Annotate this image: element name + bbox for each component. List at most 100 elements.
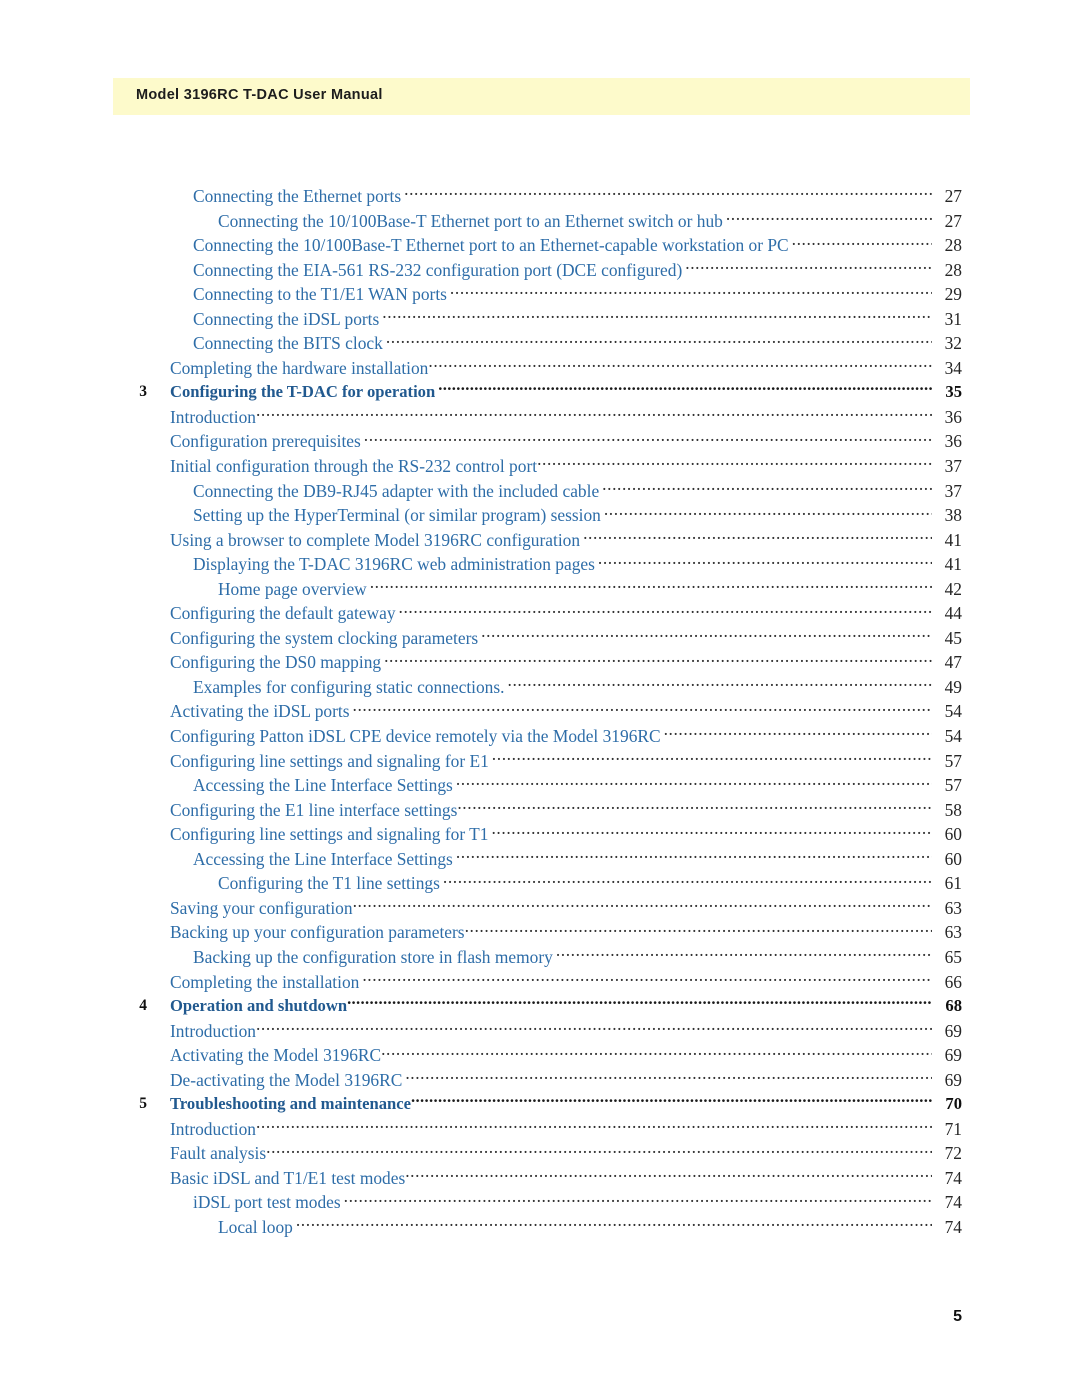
toc-entry-page-number[interactable]: 32 [932, 331, 962, 356]
toc-entry-page-number[interactable]: 70 [932, 1092, 962, 1117]
toc-entry-label[interactable]: Configuring the T1 line settings [218, 871, 443, 896]
toc-entry-label[interactable]: Troubleshooting and maintenance [170, 1092, 411, 1117]
toc-entry-row[interactable]: Using a browser to complete Model 3196RC… [0, 528, 1080, 553]
toc-entry-page-number[interactable]: 42 [932, 577, 962, 602]
toc-entry-page-number[interactable]: 28 [932, 258, 962, 283]
toc-entry-page-number[interactable]: 41 [932, 528, 962, 553]
toc-entry-page-number[interactable]: 36 [932, 405, 962, 430]
toc-entry-row[interactable]: Backing up your configuration parameters… [0, 920, 1080, 945]
toc-entry-page-number[interactable]: 54 [932, 724, 962, 749]
toc-entry-label[interactable]: Connecting the EIA-561 RS-232 configurat… [193, 258, 685, 283]
toc-entry-row[interactable]: Activating the iDSL ports 54 [0, 699, 1080, 724]
toc-entry-row[interactable]: Connecting the BITS clock 32 [0, 331, 1080, 356]
toc-entry-label[interactable]: Configuring the T-DAC for operation [170, 380, 438, 405]
toc-entry-row[interactable]: De-activating the Model 3196RC 69 [0, 1068, 1080, 1093]
toc-entry-row[interactable]: Introduction 69 [0, 1019, 1080, 1044]
toc-entry-page-number[interactable]: 27 [932, 184, 962, 209]
toc-entry-row[interactable]: Initial configuration through the RS-232… [0, 454, 1080, 479]
toc-entry-label[interactable]: Introduction [170, 1019, 256, 1044]
toc-entry-page-number[interactable]: 66 [932, 970, 962, 995]
toc-entry-label[interactable]: Completing the hardware installation [170, 356, 428, 381]
toc-entry-label[interactable]: Connecting the 10/100Base-T Ethernet por… [218, 209, 726, 234]
toc-entry-page-number[interactable]: 27 [932, 209, 962, 234]
toc-entry-label[interactable]: Using a browser to complete Model 3196RC… [170, 528, 583, 553]
toc-entry-row[interactable]: Configuring the default gateway 44 [0, 601, 1080, 626]
toc-entry-page-number[interactable]: 65 [932, 945, 962, 970]
toc-entry-label[interactable]: Configuring the system clocking paramete… [170, 626, 481, 651]
toc-entry-row[interactable]: Home page overview 42 [0, 577, 1080, 602]
toc-entry-row[interactable]: Connecting the iDSL ports 31 [0, 307, 1080, 332]
toc-entry-page-number[interactable]: 74 [932, 1190, 962, 1215]
toc-entry-label[interactable]: Configuring the E1 line interface settin… [170, 798, 457, 823]
toc-entry-row[interactable]: Connecting the DB9-RJ45 adapter with the… [0, 479, 1080, 504]
toc-entry-label[interactable]: Connecting the Ethernet ports [193, 184, 404, 209]
toc-entry-row[interactable]: Introduction 36 [0, 405, 1080, 430]
toc-entry-page-number[interactable]: 47 [932, 650, 962, 675]
toc-entry-page-number[interactable]: 41 [932, 552, 962, 577]
toc-entry-label[interactable]: Examples for configuring static connecti… [193, 675, 508, 700]
toc-entry-row[interactable]: Configuring the E1 line interface settin… [0, 798, 1080, 823]
toc-entry-page-number[interactable]: 61 [932, 871, 962, 896]
toc-entry-label[interactable]: Configuring line settings and signaling … [170, 749, 492, 774]
toc-entry-row[interactable]: Configuring Patton iDSL CPE device remot… [0, 724, 1080, 749]
toc-entry-label[interactable]: Connecting the BITS clock [193, 331, 386, 356]
toc-entry-label[interactable]: Accessing the Line Interface Settings [193, 773, 456, 798]
toc-entry-row[interactable]: Backing up the configuration store in fl… [0, 945, 1080, 970]
toc-entry-row[interactable]: Fault analysis 72 [0, 1141, 1080, 1166]
toc-entry-label[interactable]: Connecting the 10/100Base-T Ethernet por… [193, 233, 792, 258]
toc-entry-row[interactable]: Completing the installation 66 [0, 970, 1080, 995]
toc-entry-row[interactable]: Examples for configuring static connecti… [0, 675, 1080, 700]
toc-entry-row[interactable]: Configuring line settings and signaling … [0, 749, 1080, 774]
toc-entry-page-number[interactable]: 58 [932, 798, 962, 823]
toc-entry-row[interactable]: Activating the Model 3196RC 69 [0, 1043, 1080, 1068]
toc-entry-label[interactable]: Accessing the Line Interface Settings [193, 847, 456, 872]
toc-entry-label[interactable]: Introduction [170, 405, 256, 430]
toc-entry-page-number[interactable]: 37 [932, 454, 962, 479]
toc-entry-label[interactable]: Connecting the iDSL ports [193, 307, 382, 332]
toc-entry-label[interactable]: Operation and shutdown [170, 994, 347, 1019]
toc-entry-row[interactable]: Connecting the 10/100Base-T Ethernet por… [0, 209, 1080, 234]
toc-entry-label[interactable]: Configuration prerequisites [170, 429, 364, 454]
toc-entry-page-number[interactable]: 72 [932, 1141, 962, 1166]
toc-entry-page-number[interactable]: 63 [932, 920, 962, 945]
toc-entry-label[interactable]: Configuring line settings and signaling … [170, 822, 491, 847]
toc-chapter-row[interactable]: 4 Operation and shutdown 68 [0, 994, 1080, 1019]
toc-entry-page-number[interactable]: 34 [932, 356, 962, 381]
toc-entry-page-number[interactable]: 74 [932, 1215, 962, 1240]
toc-entry-page-number[interactable]: 35 [932, 380, 962, 405]
toc-entry-label[interactable]: Activating the iDSL ports [170, 699, 353, 724]
toc-entry-page-number[interactable]: 60 [932, 847, 962, 872]
toc-entry-row[interactable]: Accessing the Line Interface Settings 57 [0, 773, 1080, 798]
toc-entry-label[interactable]: Setting up the HyperTerminal (or similar… [193, 503, 604, 528]
toc-entry-page-number[interactable]: 60 [932, 822, 962, 847]
toc-entry-row[interactable]: Local loop 74 [0, 1215, 1080, 1240]
toc-entry-label[interactable]: Completing the installation [170, 970, 362, 995]
toc-entry-page-number[interactable]: 54 [932, 699, 962, 724]
toc-entry-row[interactable]: Configuring line settings and signaling … [0, 822, 1080, 847]
toc-entry-page-number[interactable]: 38 [932, 503, 962, 528]
toc-entry-row[interactable]: Connecting to the T1/E1 WAN ports 29 [0, 282, 1080, 307]
toc-entry-page-number[interactable]: 57 [932, 749, 962, 774]
toc-entry-page-number[interactable]: 45 [932, 626, 962, 651]
toc-entry-row[interactable]: Saving your configuration 63 [0, 896, 1080, 921]
toc-entry-row[interactable]: Displaying the T-DAC 3196RC web administ… [0, 552, 1080, 577]
toc-entry-label[interactable]: Basic iDSL and T1/E1 test modes [170, 1166, 405, 1191]
toc-entry-row[interactable]: Configuring the T1 line settings 61 [0, 871, 1080, 896]
toc-entry-row[interactable]: Introduction 71 [0, 1117, 1080, 1142]
toc-entry-page-number[interactable]: 36 [932, 429, 962, 454]
toc-entry-page-number[interactable]: 71 [932, 1117, 962, 1142]
toc-entry-row[interactable]: Configuring the DS0 mapping 47 [0, 650, 1080, 675]
toc-entry-page-number[interactable]: 29 [932, 282, 962, 307]
toc-entry-row[interactable]: Connecting the EIA-561 RS-232 configurat… [0, 258, 1080, 283]
toc-entry-label[interactable]: Local loop [218, 1215, 296, 1240]
toc-entry-row[interactable]: iDSL port test modes 74 [0, 1190, 1080, 1215]
toc-entry-page-number[interactable]: 31 [932, 307, 962, 332]
toc-entry-page-number[interactable]: 69 [932, 1068, 962, 1093]
toc-entry-row[interactable]: Connecting the 10/100Base-T Ethernet por… [0, 233, 1080, 258]
toc-entry-row[interactable]: Connecting the Ethernet ports 27 [0, 184, 1080, 209]
toc-entry-label[interactable]: Fault analysis [170, 1141, 266, 1166]
toc-entry-page-number[interactable]: 49 [932, 675, 962, 700]
toc-entry-page-number[interactable]: 69 [932, 1043, 962, 1068]
toc-entry-page-number[interactable]: 44 [932, 601, 962, 626]
toc-entry-label[interactable]: Backing up the configuration store in fl… [193, 945, 556, 970]
